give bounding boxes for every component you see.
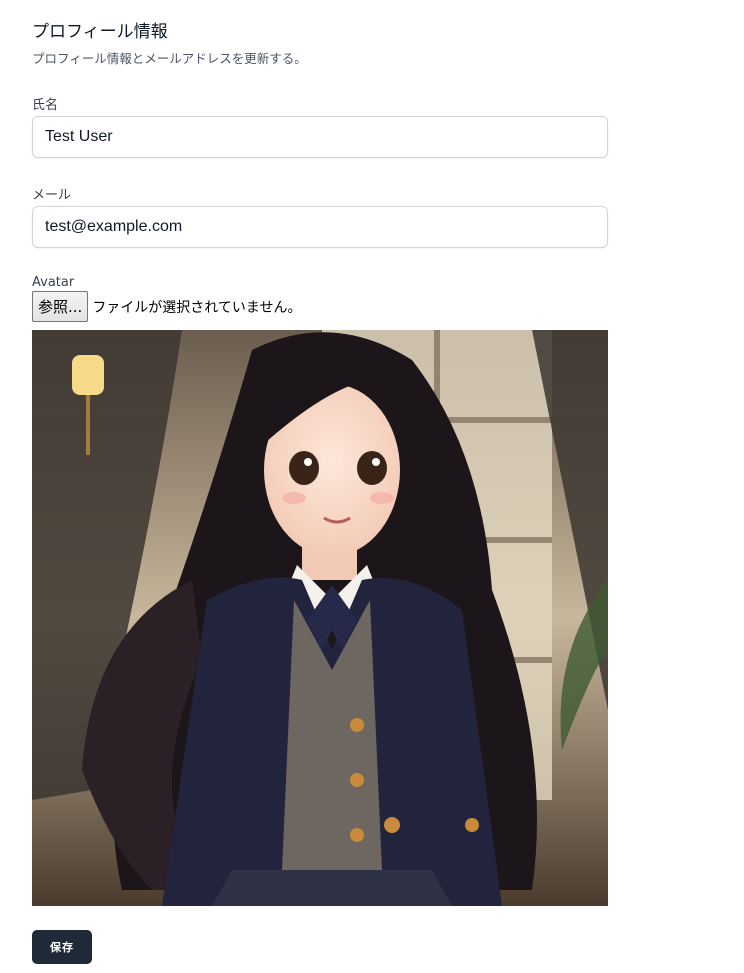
section-description: プロフィール情報とメールアドレスを更新する。 <box>32 51 307 66</box>
file-status-text: ファイルが選択されていません。 <box>92 299 302 316</box>
email-field[interactable] <box>32 206 608 248</box>
avatar-file-input[interactable]: 参照... ファイルが選択されていません。 <box>32 291 301 322</box>
avatar-label: Avatar <box>32 275 75 290</box>
browse-button[interactable]: 参照... <box>32 291 89 322</box>
name-label: 氏名 <box>32 98 59 113</box>
email-label: メール <box>32 188 72 203</box>
section-title: プロフィール情報 <box>32 22 168 42</box>
save-button[interactable]: 保存 <box>32 930 92 964</box>
name-field[interactable] <box>32 116 608 158</box>
avatar-image <box>32 330 608 906</box>
